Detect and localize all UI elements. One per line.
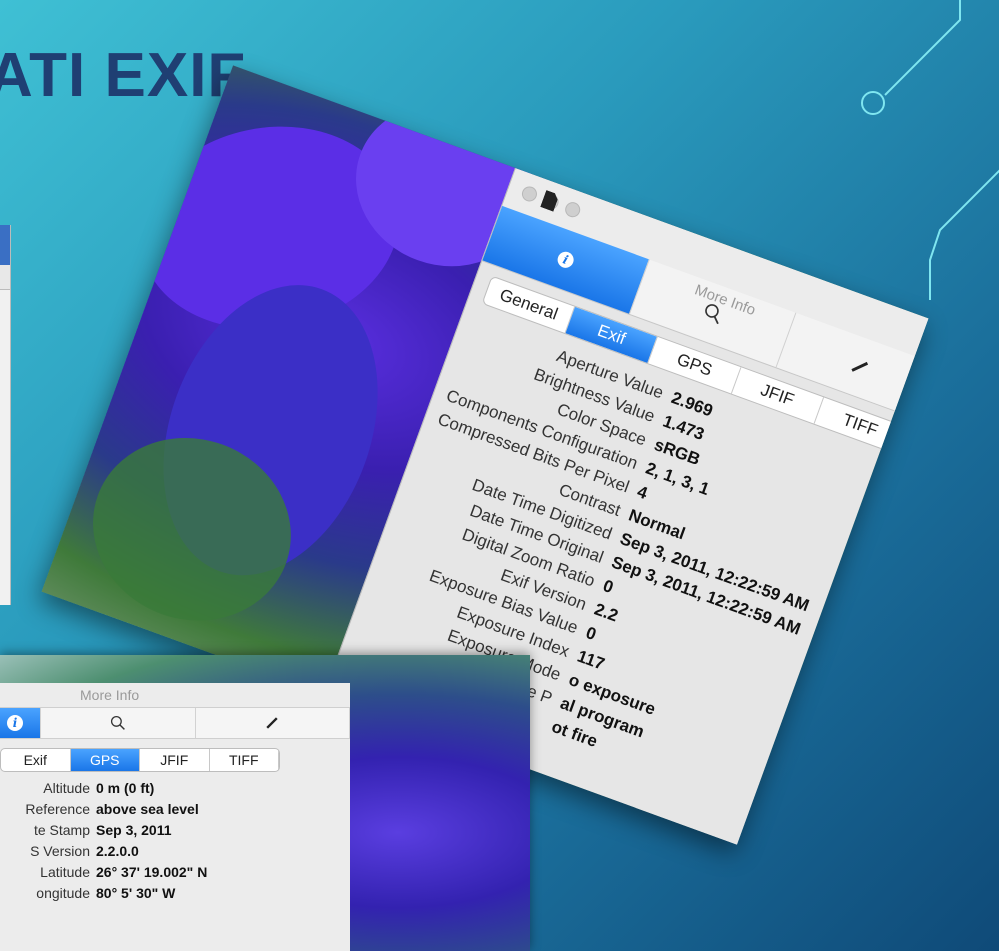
tab-exif[interactable]: Exif — [1, 749, 71, 771]
pencil-icon — [266, 717, 278, 729]
more-info-window-gps: More Info i Exif GPS JFIF TIFF Altitude 0… — [0, 683, 350, 951]
info-icon: i — [555, 249, 576, 270]
info-tabs: Exif GPS JFIF TIFF — [0, 748, 280, 772]
search-toolbar-button[interactable] — [41, 708, 196, 738]
list-item: te Stamp Sep 3, 2011 — [33, 822, 172, 838]
gps-properties-list: Altitude 0 m (0 ft) Reference above sea le… — [0, 778, 350, 904]
tab-tiff[interactable]: TIFF — [210, 749, 279, 771]
list-item: Latitude 26° 37' 19.002" N — [40, 864, 208, 880]
list-item: Reference above sea level — [25, 801, 199, 817]
background-window-edge — [0, 225, 11, 605]
list-item: ongitude 80° 5' 30" W — [36, 885, 176, 901]
list-item: S Version 2.2.0.0 — [30, 843, 139, 859]
gps-screenshot: More Info i Exif GPS JFIF TIFF Altitude 0… — [0, 655, 530, 951]
search-icon — [110, 715, 125, 730]
close-button[interactable] — [519, 184, 540, 204]
info-toolbar-button[interactable]: i — [0, 708, 41, 738]
info-icon: i — [7, 715, 23, 731]
zoom-button[interactable] — [563, 200, 583, 220]
edit-toolbar-button[interactable] — [196, 708, 350, 738]
window-toolbar: i — [0, 707, 350, 739]
tab-jfif[interactable]: JFIF — [140, 749, 210, 771]
pencil-icon — [851, 361, 869, 372]
list-item: Altitude 0 m (0 ft) — [43, 780, 155, 796]
tab-gps[interactable]: GPS — [70, 749, 140, 771]
window-title: More Info — [80, 687, 140, 703]
